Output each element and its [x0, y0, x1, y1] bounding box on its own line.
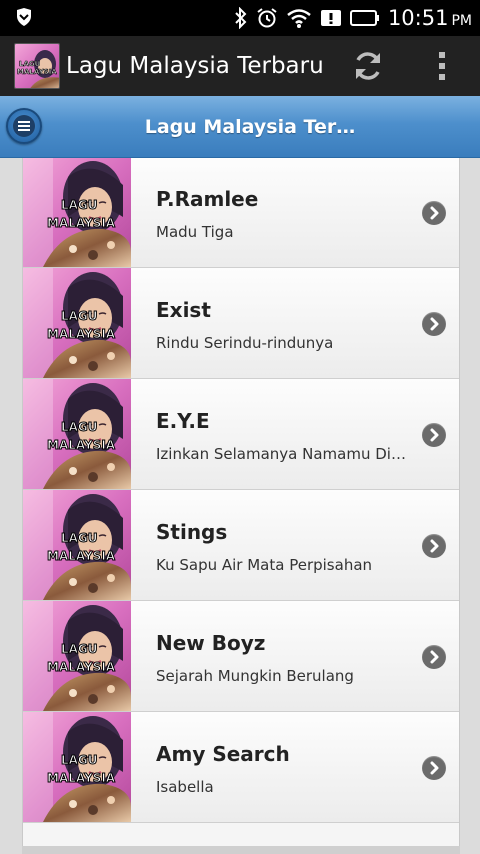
svg-text:LAGU: LAGU — [61, 642, 98, 656]
svg-text:MALAYSIA: MALAYSIA — [47, 327, 116, 341]
nav-menu-button[interactable] — [6, 108, 42, 144]
svg-text:LAGU: LAGU — [61, 531, 98, 545]
svg-text:LAGU: LAGU — [61, 420, 98, 434]
page-header: Lagu Malaysia Ter… — [0, 96, 480, 158]
album-thumbnail: LAGU MALAYSIA — [23, 379, 131, 489]
signal-alert-icon — [320, 10, 341, 26]
list-item[interactable]: LAGU MALAYSIA New Boyz Sejarah Mungkin B… — [23, 601, 459, 712]
page-title: Lagu Malaysia Ter… — [144, 116, 356, 138]
artist-name: Amy Search — [156, 742, 290, 766]
artist-name: P.Ramlee — [156, 187, 259, 211]
song-title: Madu Tiga — [156, 223, 234, 241]
list-item[interactable]: LAGU MALAYSIA P.Ramlee Madu Tiga — [23, 158, 459, 268]
artist-name: New Boyz — [156, 631, 266, 655]
svg-text:LAGU: LAGU — [61, 198, 98, 212]
svg-text:LAGU: LAGU — [19, 60, 41, 68]
album-thumbnail: LAGU MALAYSIA — [23, 712, 131, 822]
song-title: Isabella — [156, 778, 214, 796]
wifi-icon — [287, 9, 311, 28]
artist-name: Stings — [156, 520, 228, 544]
song-title: Sejarah Mungkin Berulang — [156, 667, 354, 685]
album-thumbnail: LAGU MALAYSIA — [23, 601, 131, 711]
list-item[interactable]: LAGU MALAYSIA Amy Search Isabella — [23, 712, 459, 823]
svg-text:MALAYSIA: MALAYSIA — [17, 68, 57, 76]
song-title: Rindu Serindu-rindunya — [156, 334, 334, 352]
chevron-right-icon[interactable] — [422, 756, 446, 780]
list-bottom-edge — [22, 846, 460, 854]
album-thumbnail: LAGU MALAYSIA — [23, 158, 131, 267]
chevron-right-icon[interactable] — [422, 534, 446, 558]
battery-icon — [349, 10, 379, 26]
chevron-right-icon[interactable] — [422, 201, 446, 225]
svg-text:LAGU: LAGU — [61, 753, 98, 767]
song-list[interactable]: LAGU MALAYSIA P.Ramlee Madu Tiga LAGU MA… — [22, 158, 460, 848]
svg-text:MALAYSIA: MALAYSIA — [47, 438, 116, 452]
svg-text:MALAYSIA: MALAYSIA — [47, 216, 116, 230]
song-title: Izinkan Selamanya Namamu Dihatiku — [156, 445, 406, 463]
refresh-icon[interactable] — [350, 48, 386, 84]
list-item[interactable]: LAGU MALAYSIA E.Y.E Izinkan Selamanya Na… — [23, 379, 459, 490]
chevron-right-icon[interactable] — [422, 423, 446, 447]
svg-text:MALAYSIA: MALAYSIA — [47, 549, 116, 563]
shield-notification-icon — [17, 8, 31, 26]
action-bar: LAGU MALAYSIA Lagu Malaysia Terbaru — [0, 36, 480, 96]
clock: 10:51 PM — [387, 6, 472, 30]
hamburger-icon — [13, 115, 35, 137]
artist-name: Exist — [156, 298, 211, 322]
app-title: Lagu Malaysia Terbaru — [66, 53, 324, 79]
status-bar: 10:51 PM — [0, 0, 480, 36]
chevron-right-icon[interactable] — [422, 645, 446, 669]
svg-text:LAGU: LAGU — [61, 309, 98, 323]
list-item[interactable]: LAGU MALAYSIA Stings Ku Sapu Air Mata Pe… — [23, 490, 459, 601]
album-thumbnail: LAGU MALAYSIA — [23, 268, 131, 378]
song-title: Ku Sapu Air Mata Perpisahan — [156, 556, 373, 574]
overflow-menu-icon[interactable] — [430, 48, 454, 84]
artist-name: E.Y.E — [156, 409, 210, 433]
bluetooth-icon — [235, 7, 247, 29]
chevron-right-icon[interactable] — [422, 312, 446, 336]
svg-text:MALAYSIA: MALAYSIA — [47, 660, 116, 674]
app-logo[interactable]: LAGU MALAYSIA — [14, 43, 60, 89]
svg-text:MALAYSIA: MALAYSIA — [47, 771, 116, 785]
list-item[interactable]: LAGU MALAYSIA Exist Rindu Serindu-rindun… — [23, 268, 459, 379]
album-thumbnail: LAGU MALAYSIA — [23, 490, 131, 600]
alarm-icon — [257, 8, 277, 28]
